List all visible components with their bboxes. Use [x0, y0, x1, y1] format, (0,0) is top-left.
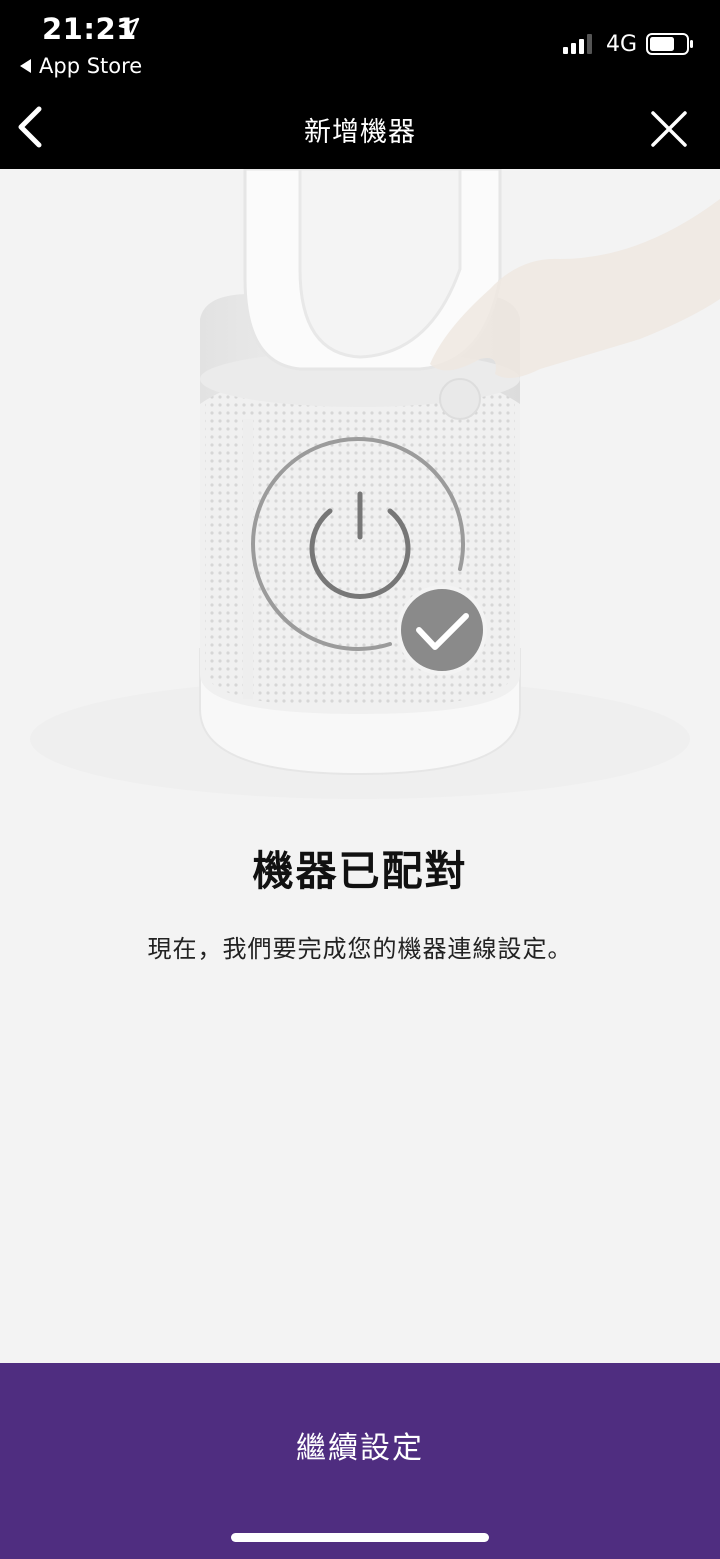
close-icon[interactable] — [648, 108, 690, 150]
home-indicator — [231, 1533, 489, 1542]
page-title: 新增機器 — [304, 117, 416, 148]
device-illustration — [0, 169, 720, 799]
back-app-label: App Store — [39, 54, 143, 78]
back-to-app-link[interactable]: App Store — [20, 54, 142, 78]
battery-icon — [646, 33, 693, 55]
paired-heading: 機器已配對 — [252, 847, 468, 895]
network-label: 4G — [606, 32, 638, 57]
back-triangle-icon — [20, 59, 31, 73]
location-arrow-icon — [118, 17, 140, 39]
checkmark-icon — [397, 585, 487, 675]
continue-setup-button[interactable]: 繼續設定 — [0, 1363, 720, 1559]
status-bar: 21:21 App Store 4G — [0, 0, 720, 86]
main-content: 機器已配對 現在，我們要完成您的機器連線設定。 — [0, 169, 720, 1363]
signal-icon — [563, 34, 592, 54]
continue-setup-label: 繼續設定 — [296, 1431, 424, 1466]
setup-description: 現在，我們要完成您的機器連線設定。 — [147, 935, 573, 963]
nav-bar: 新增機器 — [0, 86, 720, 169]
